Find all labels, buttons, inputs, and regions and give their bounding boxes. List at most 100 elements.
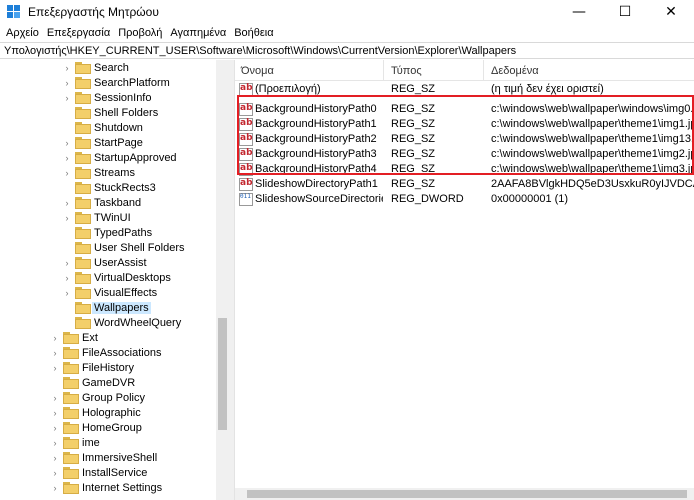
tree-item[interactable]: › ImmersiveShell bbox=[50, 450, 157, 465]
tree-item[interactable]: › Search bbox=[62, 60, 129, 75]
menu-favorites[interactable]: Αγαπημένα bbox=[166, 27, 230, 39]
chevron-right-icon[interactable]: › bbox=[50, 435, 60, 450]
chevron-right-icon[interactable]: › bbox=[62, 195, 72, 210]
tree-item-label: TypedPaths bbox=[94, 226, 153, 239]
chevron-right-icon[interactable]: › bbox=[50, 330, 60, 345]
value-row[interactable]: SlideshowDirectoryPath1 REG_SZ 2AAFA8BVlgk… bbox=[235, 177, 694, 193]
close-button[interactable]: ✕ bbox=[648, 0, 694, 24]
tree-item[interactable]: › VisualEffects bbox=[62, 285, 157, 300]
folder-icon bbox=[75, 256, 91, 269]
chevron-right-icon[interactable]: › bbox=[50, 420, 60, 435]
folder-icon bbox=[75, 166, 91, 179]
column-header-data[interactable]: Δεδομένα bbox=[491, 65, 539, 77]
value-row[interactable]: (Προεπιλογή) REG_SZ (η τιμή δεν έχει οριστ… bbox=[235, 82, 694, 98]
tree-item[interactable]: › UserAssist bbox=[62, 255, 147, 270]
tree-item[interactable]: TypedPaths bbox=[62, 225, 152, 240]
tree-item[interactable]: Wallpapers bbox=[62, 300, 151, 315]
value-data: c:\windows\web\wallpaper\theme1\img3.jpg bbox=[491, 163, 694, 175]
value-row[interactable]: SlideshowSourceDirectories... REG_DWORD 0x… bbox=[235, 192, 694, 208]
tree-item[interactable]: › Group Policy bbox=[50, 390, 145, 405]
menu-edit[interactable]: Επεξεργασία bbox=[43, 27, 114, 39]
chevron-right-icon[interactable]: › bbox=[50, 465, 60, 480]
value-row[interactable]: BackgroundHistoryPath4 REG_SZ c:\windows\w… bbox=[235, 162, 694, 178]
folder-icon bbox=[75, 91, 91, 104]
tree-item[interactable]: › FileAssociations bbox=[50, 345, 161, 360]
value-name: (Προεπιλογή) bbox=[255, 83, 321, 95]
tree-item[interactable]: › SearchPlatform bbox=[62, 75, 170, 90]
tree-item[interactable]: › HomeGroup bbox=[50, 420, 142, 435]
tree-item[interactable]: User Shell Folders bbox=[62, 240, 184, 255]
tree-item[interactable]: Shutdown bbox=[62, 120, 143, 135]
tree-item[interactable]: StuckRects3 bbox=[62, 180, 156, 195]
tree-item-label: Streams bbox=[94, 166, 135, 179]
tree-item[interactable]: › InstallService bbox=[50, 465, 147, 480]
folder-icon bbox=[75, 76, 91, 89]
column-header-name[interactable]: Όνομα bbox=[241, 65, 274, 77]
values-list: Όνομα Τύπος Δεδομένα (Προεπιλογή)REG_SZ(… bbox=[235, 60, 694, 500]
tree-scrollbar[interactable] bbox=[216, 60, 229, 500]
chevron-right-icon[interactable]: › bbox=[50, 480, 60, 495]
chevron-right-icon[interactable]: › bbox=[50, 390, 60, 405]
tree-item[interactable]: › Internet Settings bbox=[50, 480, 162, 495]
folder-icon bbox=[75, 316, 91, 329]
tree-item[interactable]: › TWinUI bbox=[62, 210, 131, 225]
chevron-right-icon[interactable]: › bbox=[50, 360, 60, 375]
chevron-right-icon[interactable]: › bbox=[62, 75, 72, 90]
chevron-right-icon[interactable]: › bbox=[62, 285, 72, 300]
maximize-button[interactable]: ☐ bbox=[602, 0, 648, 24]
tree-item[interactable]: WordWheelQuery bbox=[62, 315, 181, 330]
value-row[interactable]: BackgroundHistoryPath3 REG_SZ c:\windows\w… bbox=[235, 147, 694, 163]
values-hscrollbar[interactable] bbox=[235, 488, 694, 500]
chevron-right-icon[interactable]: › bbox=[62, 150, 72, 165]
tree-item[interactable]: › SessionInfo bbox=[62, 90, 151, 105]
tree-item[interactable]: › StartupApproved bbox=[62, 150, 177, 165]
tree-item[interactable]: › ime bbox=[50, 435, 100, 450]
chevron-right-icon[interactable]: › bbox=[50, 450, 60, 465]
column-header-type[interactable]: Τύπος bbox=[391, 65, 422, 77]
tree-item[interactable]: › VirtualDesktops bbox=[62, 270, 171, 285]
chevron-right-icon[interactable]: › bbox=[50, 345, 60, 360]
tree-item-label: StuckRects3 bbox=[94, 181, 156, 194]
folder-icon bbox=[75, 181, 91, 194]
tree-scrollbar-thumb[interactable] bbox=[218, 318, 227, 430]
tree-item-label: UserAssist bbox=[94, 256, 147, 269]
chevron-right-icon[interactable]: › bbox=[62, 210, 72, 225]
tree-item[interactable]: › FileHistory bbox=[50, 360, 134, 375]
chevron-right-icon[interactable]: › bbox=[62, 255, 72, 270]
tree-item[interactable]: GameDVR bbox=[50, 375, 135, 390]
tree-item[interactable]: › Taskband bbox=[62, 195, 141, 210]
menu-help[interactable]: Βοήθεια bbox=[230, 27, 277, 39]
column-headers: Όνομα Τύπος Δεδομένα bbox=[235, 60, 694, 81]
value-type: REG_SZ bbox=[391, 118, 436, 130]
value-row[interactable]: BackgroundHistoryPath2 REG_SZ c:\windows\w… bbox=[235, 132, 694, 148]
chevron-right-icon[interactable]: › bbox=[62, 135, 72, 150]
chevron-right-icon[interactable]: › bbox=[62, 270, 72, 285]
value-row[interactable]: BackgroundHistoryPath0 REG_SZ c:\windows\w… bbox=[235, 102, 694, 118]
chevron-right-icon[interactable]: › bbox=[62, 60, 72, 75]
minimize-button[interactable]: — bbox=[556, 0, 602, 24]
tree-item[interactable]: › StartPage bbox=[62, 135, 143, 150]
tree-item[interactable]: › Holographic bbox=[50, 405, 141, 420]
folder-icon bbox=[75, 211, 91, 224]
address-bar[interactable]: Υπολογιστής\HKEY_CURRENT_USER\Software\M… bbox=[0, 42, 694, 59]
menu-view[interactable]: Προβολή bbox=[114, 27, 166, 39]
chevron-right-icon[interactable]: › bbox=[62, 90, 72, 105]
chevron-right-icon[interactable]: › bbox=[50, 405, 60, 420]
chevron-right-icon[interactable]: › bbox=[62, 165, 72, 180]
tree-item-label: HomeGroup bbox=[82, 421, 142, 434]
value-row[interactable]: BackgroundHistoryPath1 REG_SZ c:\windows\w… bbox=[235, 117, 694, 133]
folder-icon bbox=[63, 391, 79, 404]
tree-item[interactable]: › Ext bbox=[50, 330, 98, 345]
folder-icon bbox=[75, 121, 91, 134]
value-data: 2AAFA8BVlgkHDQ5eD3UsxkuR0yIJVDCAAAgG bbox=[491, 178, 694, 190]
tree-item-label: Shell Folders bbox=[94, 106, 159, 119]
tree-item[interactable]: › Streams bbox=[62, 165, 135, 180]
menu-file[interactable]: Αρχείο bbox=[2, 27, 43, 39]
tree-item[interactable]: Shell Folders bbox=[62, 105, 158, 120]
values-hscrollbar-thumb[interactable] bbox=[247, 490, 687, 498]
key-tree[interactable]: › Search › SearchPlatform › SessionInfo Shell … bbox=[0, 60, 229, 500]
